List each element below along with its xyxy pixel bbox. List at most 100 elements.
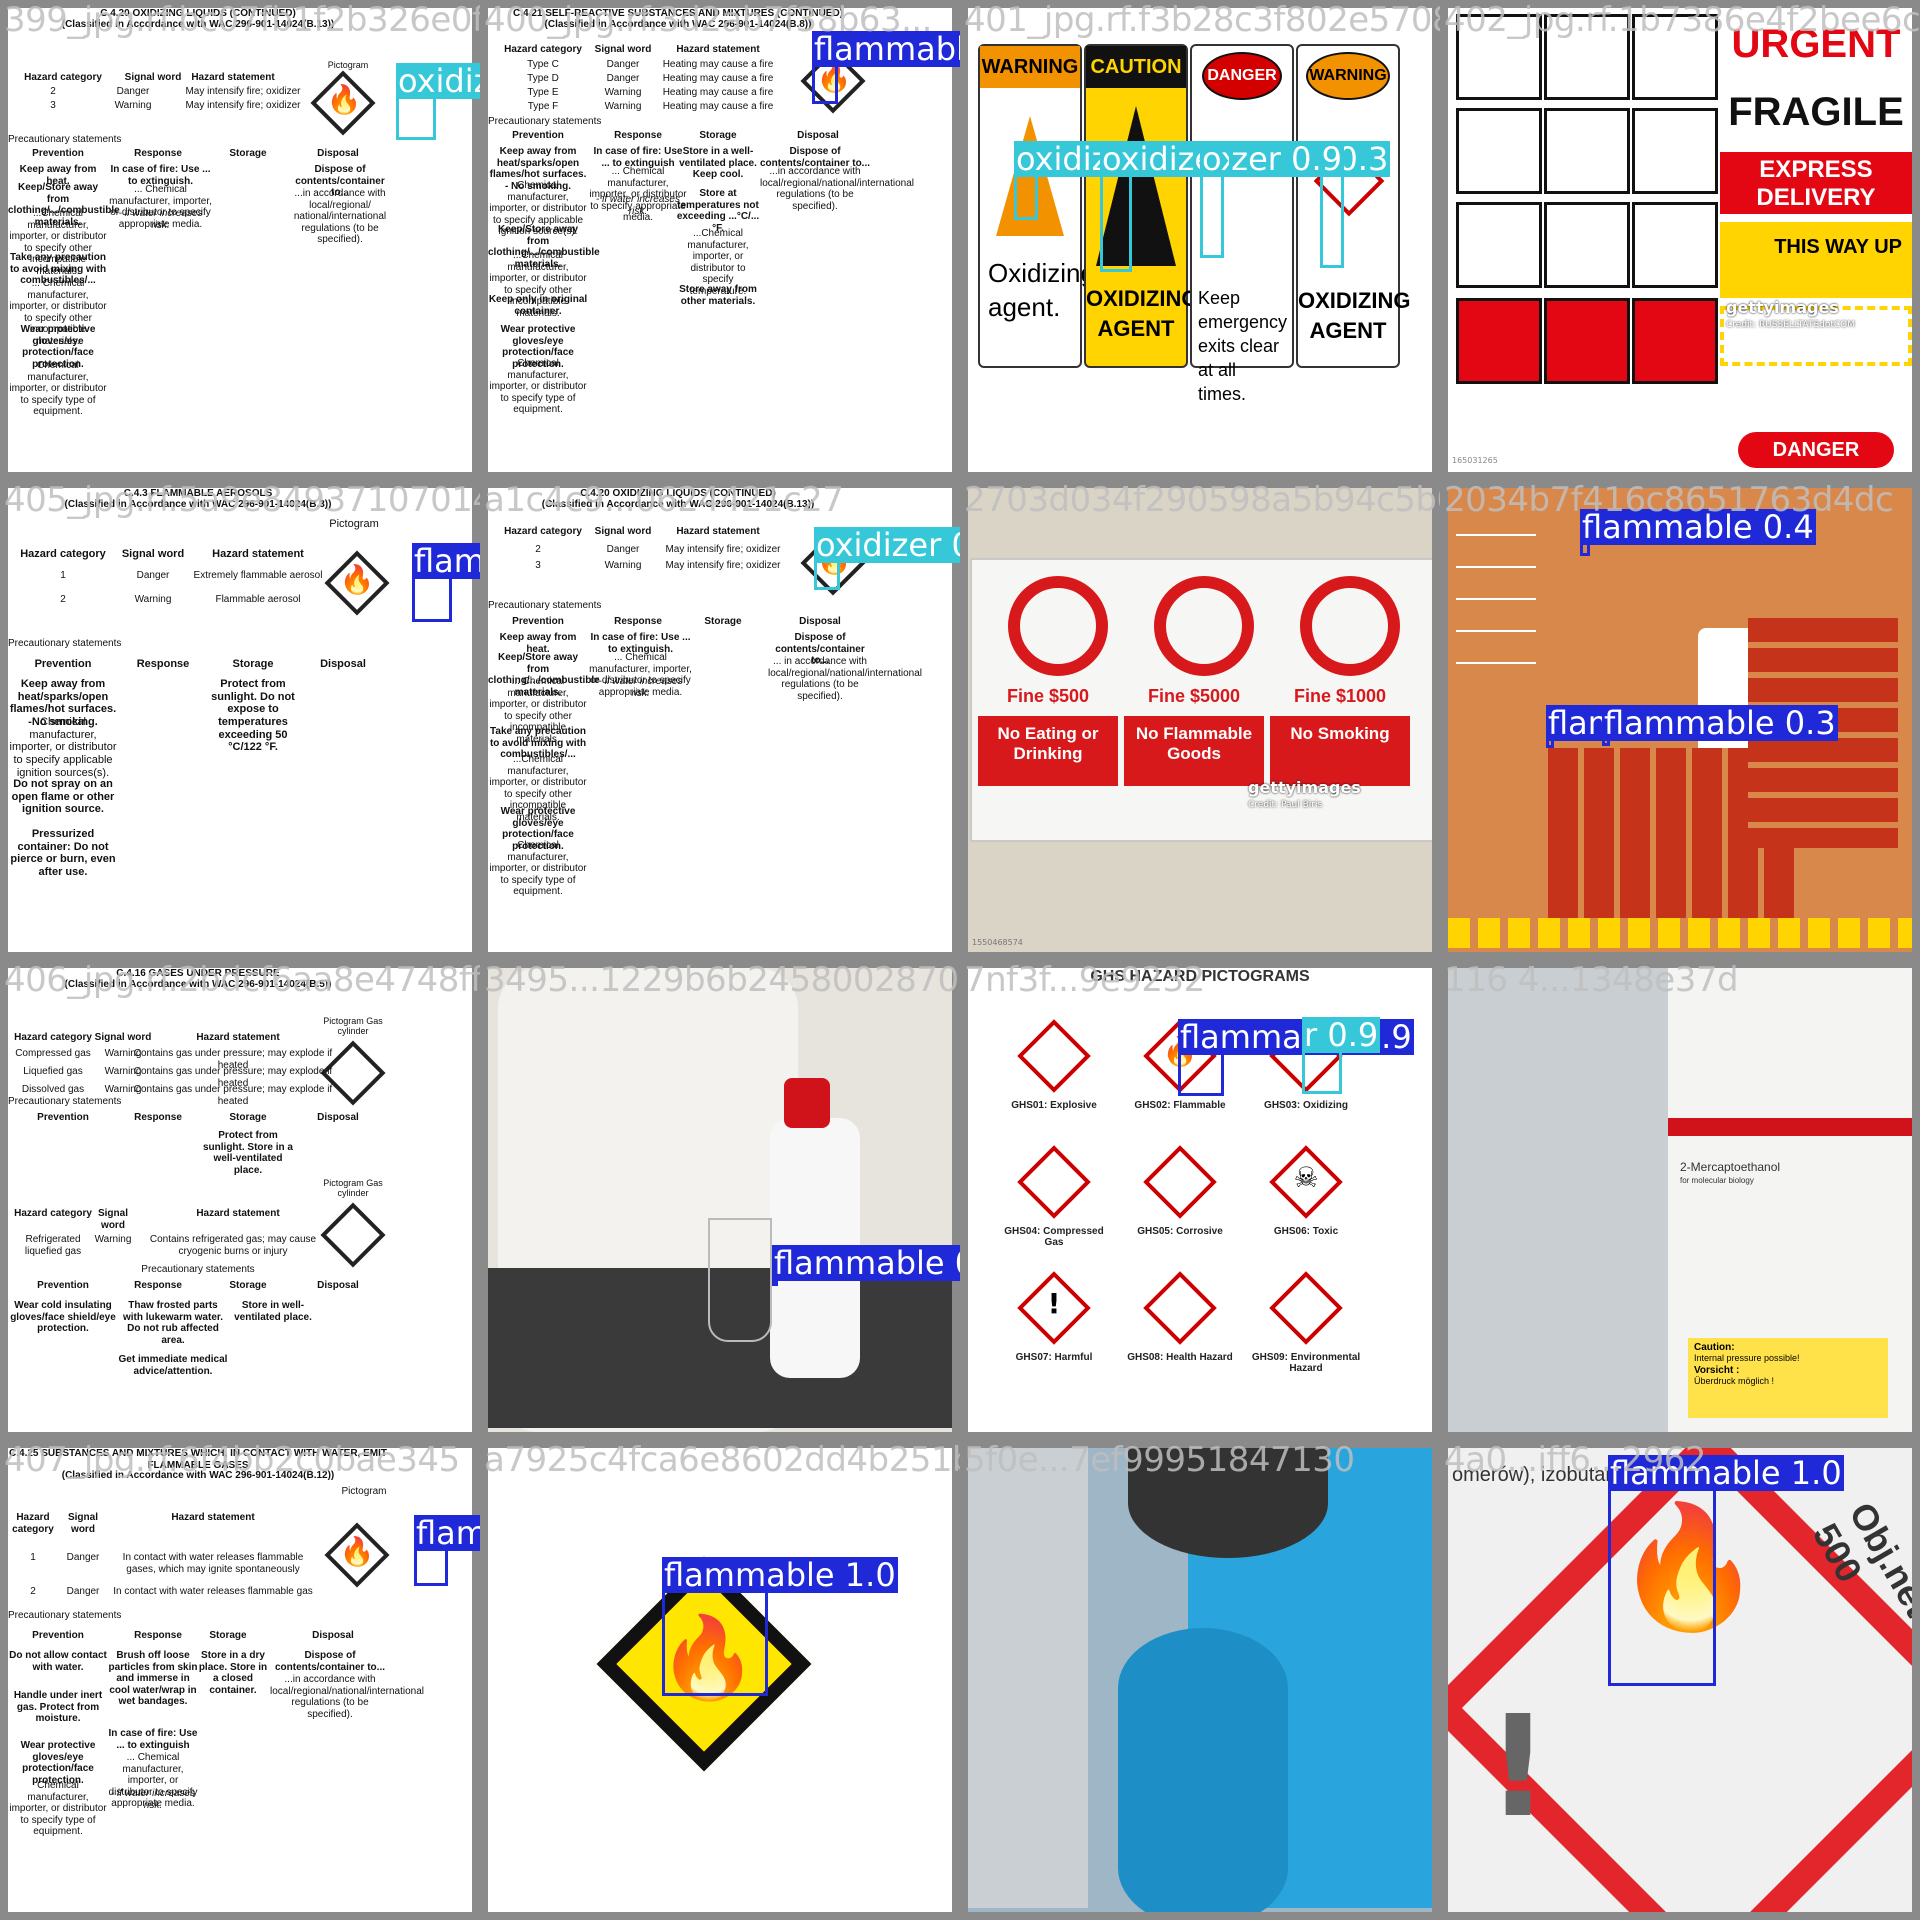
- explosive-icon: [1017, 1019, 1091, 1093]
- filename-label: 401_jpg.rf.f3b28c3f802e5708...: [964, 0, 1440, 40]
- col-disposal: Disposal: [799, 616, 841, 627]
- sign-body: Oxidizing agent.: [988, 258, 1095, 322]
- col-storage: Storage: [209, 1630, 247, 1641]
- response-text: Get immediate medical advice/attention.: [118, 1354, 228, 1377]
- detection-box-flammable: flammable 0.8: [412, 543, 480, 622]
- detection-box-oxidizer: oxidizer 0.8: [814, 527, 960, 590]
- table-cell: Warning: [604, 87, 642, 98]
- prohibition-icon: [1300, 576, 1400, 676]
- tile-9: 3495...1229b6b24580028708c flammable 0.7: [480, 960, 960, 1440]
- detection-box-oxidizer: oxidizer 0.7: [396, 63, 480, 140]
- table-cell: 2: [60, 594, 66, 605]
- col-disposal: Disposal: [312, 1630, 354, 1641]
- exclamation-icon: !: [1047, 1287, 1061, 1320]
- disposal-text: ... in accordance with local/regional/na…: [768, 656, 922, 702]
- hazard-icon-column: [1456, 504, 1536, 694]
- tile-12: C.4.25 SUBSTANCES AND MIXTURES WHICH, IN…: [0, 1440, 480, 1920]
- precautionary-heading: Precautionary statements: [141, 1264, 255, 1275]
- sign-text: No Smoking: [1270, 716, 1410, 786]
- detection-box-flammable: flammable 0.3: [1602, 705, 1838, 746]
- sign-text: No Flammable Goods: [1124, 716, 1264, 786]
- detection-box-oxidizer: r 0.9: [1302, 1017, 1381, 1094]
- detection-label: oxidizer 0.7: [396, 63, 480, 99]
- table-cell: 2: [535, 544, 541, 555]
- table-cell: Warning: [604, 560, 642, 571]
- sign-text: No Eating or Drinking: [978, 716, 1118, 786]
- flame-over-circle-icon: 🔥: [326, 84, 362, 115]
- tile-3: URGENT FRAGILE EXPRESS DELIVERY THIS WAY…: [1440, 0, 1920, 480]
- header-hazard-statement: Hazard statement: [191, 72, 275, 83]
- prevention-text: Keep only in original container.: [488, 294, 588, 317]
- header-hazard-category: Hazard category: [14, 1208, 92, 1219]
- caution-text: Vorsicht :: [1694, 1365, 1740, 1376]
- disposal-text: ...in accordance with local/regional/nat…: [760, 166, 914, 212]
- ghs-caption: GHS02: Flammable: [1134, 1100, 1226, 1111]
- header-hazard-statement: Hazard statement: [676, 44, 760, 55]
- header-signal-word: Signal word: [121, 548, 185, 560]
- col-prevention: Prevention: [32, 1630, 84, 1641]
- environmental-icon: [1269, 1271, 1343, 1345]
- filename-label: 407_jpg.rf.6f4bb2c0bae345: [4, 1440, 460, 1480]
- tile-14: 5f0e...7ef99951847130: [960, 1440, 1440, 1920]
- table-cell: 1: [60, 570, 66, 581]
- ghs-caption: GHS01: Explosive: [1011, 1100, 1097, 1111]
- header-signal-word: Signal word: [594, 44, 652, 55]
- response-text: - if water increases risk.: [598, 676, 683, 699]
- tile-11: 2-Mercaptoethanol for molecular biology …: [1440, 960, 1920, 1440]
- header-signal-word: Signal word: [97, 1208, 128, 1231]
- table-cell: Heating may cause a fire: [662, 87, 774, 98]
- product-name: 2-Mercaptoethanol: [1680, 1160, 1781, 1174]
- sign-header: WARNING: [980, 46, 1080, 88]
- detection-label: flammable 1.0: [662, 1556, 898, 1594]
- col-storage: Storage: [232, 658, 274, 670]
- prevention-text: Pressurized container: Do not pierce or …: [10, 828, 116, 878]
- prevention-text: Chemical manufacturer, importer, or dist…: [9, 716, 117, 779]
- table-cell: Danger: [116, 86, 150, 97]
- stock-id: 165031265: [1452, 456, 1498, 465]
- filename-label: a7925c4fca6e8602dd4b251b6: [484, 1440, 960, 1480]
- header-hazard-statement: Hazard statement: [171, 1512, 255, 1523]
- fragile-label: FRAGILE: [1728, 90, 1904, 134]
- table-cell: May intensify fire; oxidizer: [185, 86, 301, 97]
- precautionary-heading: Precautionary statements: [488, 116, 602, 127]
- col-prevention: Prevention: [37, 1112, 89, 1123]
- disposal-text: ...in accordance with local/regional/nat…: [270, 1674, 424, 1720]
- table-cell: 3: [535, 560, 541, 571]
- express-delivery-label: EXPRESS DELIVERY: [1720, 152, 1912, 214]
- tile-image: Fine $500 No Eating or Drinking Fine $50…: [968, 488, 1432, 952]
- tile-image: URGENT FRAGILE EXPRESS DELIVERY THIS WAY…: [1448, 8, 1912, 472]
- watermark: gettyimages: [1248, 778, 1361, 797]
- tile-8: C.4.16 GASES UNDER PRESSURE (Classified …: [0, 960, 480, 1440]
- tile-1: C.4.21 SELF-REACTIVE SUBSTANCES AND MIXT…: [480, 0, 960, 480]
- header-signal-word: Signal word: [594, 526, 652, 537]
- precautionary-heading: Precautionary statements: [488, 600, 602, 611]
- header-hazard-statement: Hazard statement: [676, 526, 760, 537]
- col-response: Response: [136, 658, 190, 670]
- col-response: Response: [614, 616, 662, 627]
- canister-neck: [1118, 1628, 1288, 1912]
- chain-icon: [1456, 202, 1542, 288]
- filename-label: 7nf3f...9e9232: [964, 960, 1205, 1000]
- table-cell: Contains refrigerated gas; may cause cry…: [149, 1234, 317, 1257]
- filename-label: 116 4...1348e37d: [1444, 960, 1739, 1000]
- filename-label: 2703d034f290598a5b94c5b0c2: [964, 480, 1440, 520]
- detection-box-flammable: flam: [1546, 705, 1621, 748]
- header-hazard-category: Hazard category: [20, 548, 106, 560]
- sign-body: Keep emergency exits clear at all times.: [1198, 288, 1288, 404]
- warning-triangle-row: [1448, 918, 1912, 948]
- prevention-text: Chemical manufacturer, importer, or dist…: [9, 1780, 107, 1837]
- col-storage: Storage: [229, 148, 267, 159]
- red-stripe: [1668, 1118, 1912, 1136]
- header-hazard-statement: Hazard statement: [196, 1208, 280, 1219]
- detection-box-flammable: flammable 0.9: [1178, 1019, 1414, 1096]
- plastic-bag: [968, 1448, 1088, 1908]
- filename-label: 4a0...iff6...2962: [1444, 1440, 1707, 1480]
- table-cell: Warning: [114, 100, 152, 111]
- detection-label: r 0.9: [1302, 1016, 1381, 1054]
- table-cell: Contains gas under pressure; may explode…: [133, 1084, 333, 1107]
- tile-6: Fine $500 No Eating or Drinking Fine $50…: [960, 480, 1440, 960]
- tile-5: C.4.20 OXIDIZING LIQUIDS (CONTINUED) (Cl…: [480, 480, 960, 960]
- prohibition-icon: [1008, 576, 1108, 676]
- detection-box-flammable: flammable 1.0: [1608, 1455, 1844, 1686]
- detection-label: flammable 0.8: [412, 543, 480, 579]
